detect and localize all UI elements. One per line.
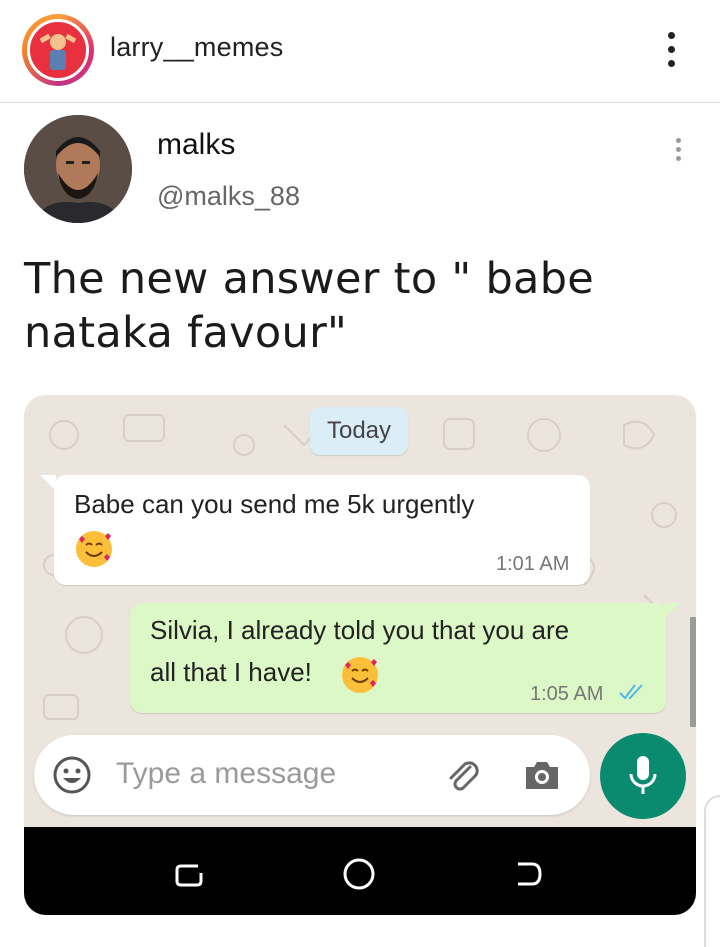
home-icon[interactable] [342, 857, 376, 896]
message-time: 1:05 AM [530, 683, 604, 705]
message-text: Babe can you send me 5k urgently [74, 489, 475, 519]
outgoing-message[interactable]: Silvia, I already told you that you are … [130, 603, 680, 713]
system-nav-bar [24, 827, 696, 915]
smiling-face-with-hearts-icon [342, 657, 378, 693]
more-vertical-icon[interactable] [672, 136, 686, 164]
more-vertical-icon[interactable] [662, 30, 682, 70]
avatar-figure-icon [39, 33, 77, 70]
smiling-face-with-hearts-icon [76, 531, 112, 567]
recents-icon[interactable] [174, 859, 204, 894]
message-text-line-2: all that I have! [150, 657, 312, 687]
message-input[interactable]: Type a message [116, 757, 336, 791]
read-ticks-icon [618, 683, 648, 706]
tweet-author-handle[interactable]: @malks_88 [157, 181, 300, 212]
incoming-message[interactable]: Babe can you send me 5k urgently 1:01 AM [40, 475, 590, 585]
post-header: larry__memes [0, 0, 720, 103]
profile-avatar[interactable] [27, 19, 89, 81]
microphone-icon [625, 754, 661, 803]
tweet-author-name[interactable]: malks [157, 128, 235, 162]
back-icon[interactable] [514, 859, 544, 894]
page-edge-card [704, 795, 720, 947]
camera-icon[interactable] [522, 755, 562, 800]
microphone-button[interactable] [600, 733, 686, 819]
paperclip-icon[interactable] [442, 755, 482, 800]
avatar-portrait-icon [24, 115, 132, 223]
tweet-text: The new answer to " babe nataka favour" [24, 254, 595, 358]
date-divider: Today [310, 407, 408, 455]
message-time: 1:01 AM [496, 553, 570, 575]
tweet-author-avatar[interactable] [24, 115, 132, 223]
scrollbar[interactable] [690, 617, 696, 727]
story-ring[interactable] [22, 14, 94, 86]
message-composer[interactable]: Type a message [34, 735, 590, 815]
message-text-line-1: Silvia, I already told you that you are [150, 615, 570, 645]
chat-screenshot: Today Babe can you send me 5k urgently 1… [24, 395, 696, 915]
smiley-icon[interactable] [52, 755, 92, 800]
account-username[interactable]: larry__memes [110, 32, 283, 63]
